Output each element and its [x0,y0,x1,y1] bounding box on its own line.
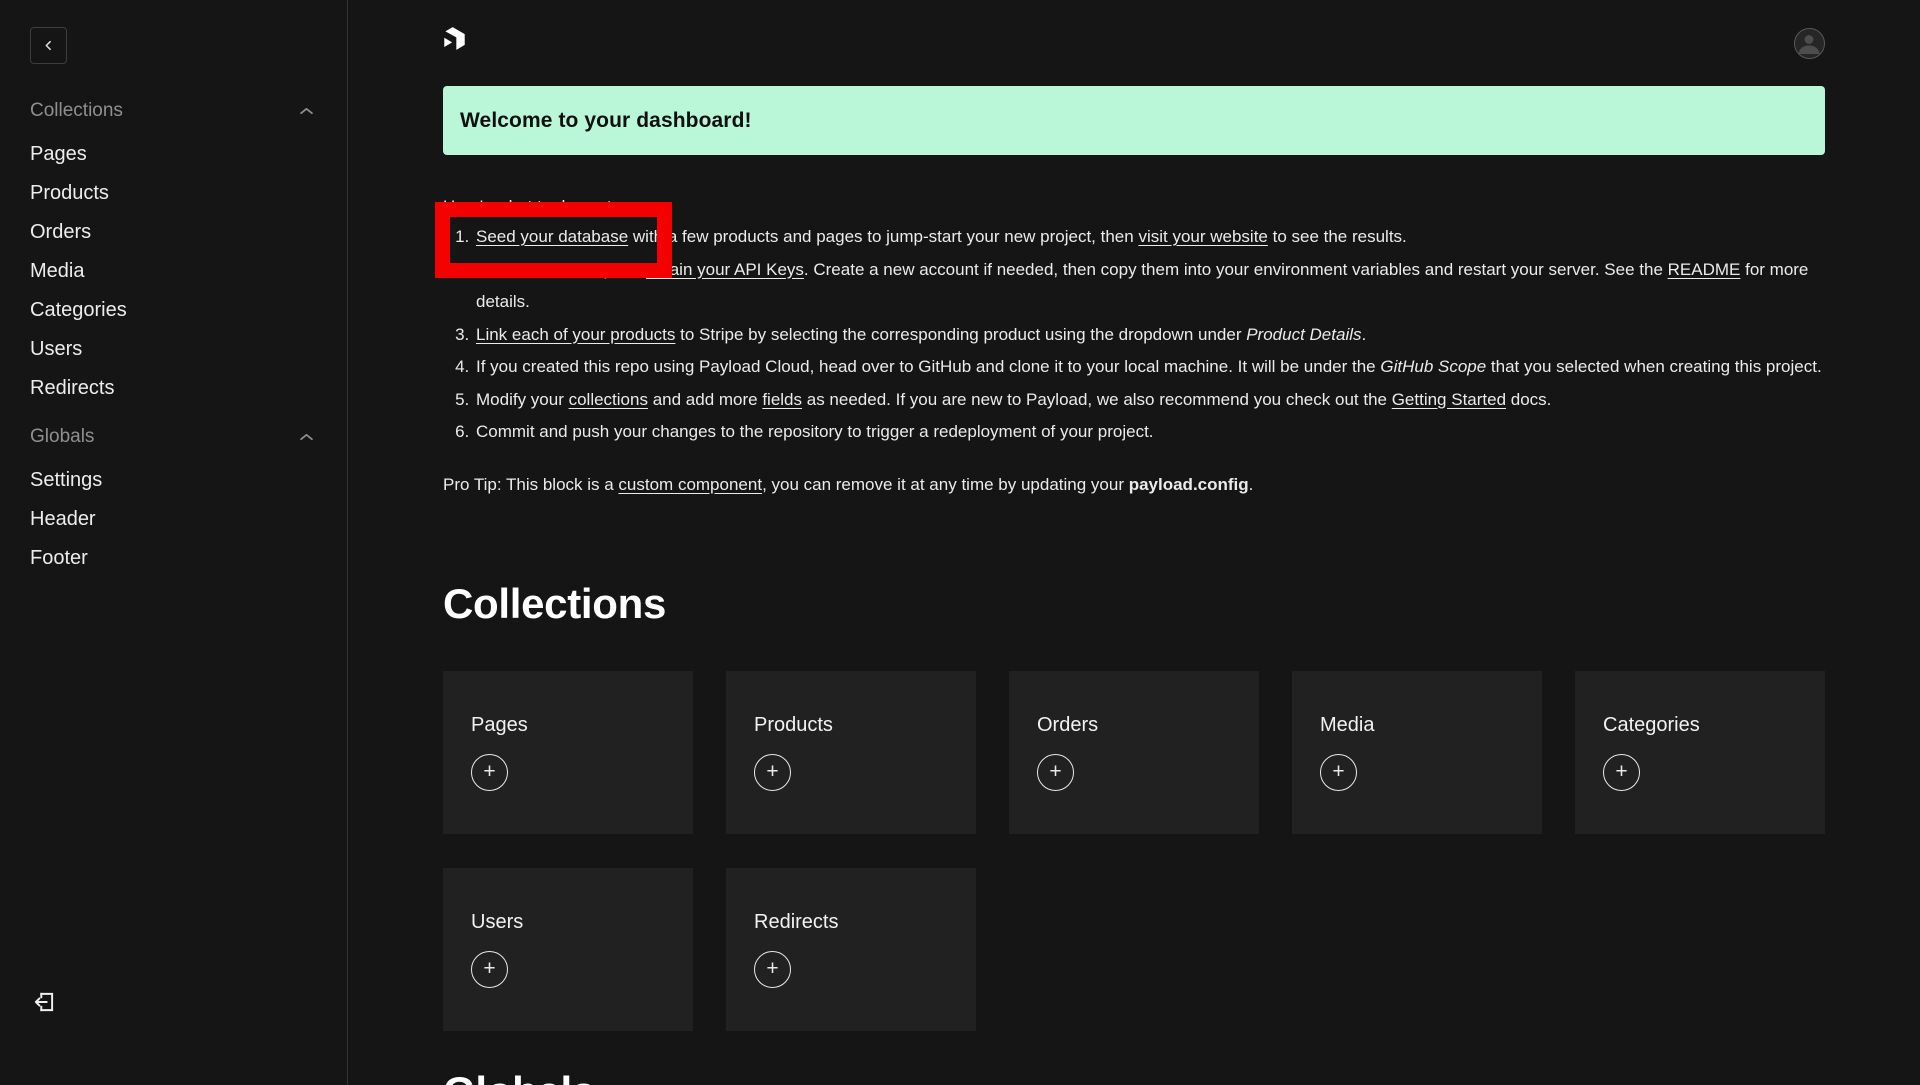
card-media[interactable]: Media + [1292,671,1542,834]
payload-config-emphasis: payload.config [1129,475,1249,494]
step-6: Commit and push your changes to the repo… [474,416,1825,449]
card-label: Users [471,911,665,934]
visit-website-link[interactable]: visit your website [1138,227,1267,246]
card-label: Pages [471,714,665,737]
card-label: Products [754,714,948,737]
fields-link[interactable]: fields [762,390,802,409]
collections-link[interactable]: collections [569,390,648,409]
sidebar-collapse-button[interactable] [30,27,67,64]
pro-tip-text: Pro Tip: This block is a [443,475,618,494]
welcome-banner-text: Welcome to your dashboard! [460,109,752,133]
step-text: as needed. If you are new to Payload, we… [802,390,1392,409]
globals-group-header[interactable]: Globals [30,426,313,448]
step-text: If you created this repo using Payload C… [476,357,1380,376]
add-orders-button[interactable]: + [1037,754,1074,791]
sidebar-nav: Collections Pages Products Orders Media … [30,100,313,568]
pro-tip-text: , you can remove it at any time by updat… [762,475,1129,494]
step-text: Commit and push your changes to the repo… [476,422,1154,441]
collections-group-label: Collections [30,100,123,122]
card-label: Media [1320,714,1514,737]
step-text: . Create a new account if needed, then c… [804,260,1668,279]
intro-text: Here's what to do next: [443,196,1825,218]
step-text: with a few products and pages to jump-st… [628,227,1138,246]
sidebar-item-products[interactable]: Products [30,183,313,203]
step-1: Seed your database with a few products a… [474,221,1825,254]
step-text: Head over to Stripe to [476,260,646,279]
getting-started-link[interactable]: Getting Started [1392,390,1506,409]
step-text: to Stripe by selecting the corresponding… [675,325,1246,344]
card-label: Redirects [754,911,948,934]
sidebar-item-orders[interactable]: Orders [30,222,313,242]
card-orders[interactable]: Orders + [1009,671,1259,834]
add-redirects-button[interactable]: + [754,951,791,988]
step-text: docs. [1506,390,1551,409]
main-content: Welcome to your dashboard! Here's what t… [348,0,1920,1085]
steps-list: Seed your database with a few products a… [443,221,1825,449]
seed-database-link[interactable]: Seed your database [476,227,628,246]
chevron-left-icon [43,40,54,51]
step-text: that you selected when creating this pro… [1486,357,1821,376]
chevron-up-icon [300,107,313,115]
step-text: Modify your [476,390,569,409]
sidebar-item-redirects[interactable]: Redirects [30,378,313,398]
sidebar: Collections Pages Products Orders Media … [0,0,348,1085]
collections-group-header[interactable]: Collections [30,100,313,122]
step-4: If you created this repo using Payload C… [474,351,1825,384]
add-products-button[interactable]: + [754,754,791,791]
card-label: Orders [1037,714,1231,737]
step-3: Link each of your products to Stripe by … [474,319,1825,352]
sidebar-item-categories[interactable]: Categories [30,300,313,320]
sidebar-item-users[interactable]: Users [30,339,313,359]
readme-link[interactable]: README [1668,260,1741,279]
logout-button[interactable] [31,989,57,1015]
add-pages-button[interactable]: + [471,754,508,791]
globals-heading: Globals [443,1068,1825,1085]
globals-nav-group: Globals Settings Header Footer [30,426,313,568]
pro-tip: Pro Tip: This block is a custom componen… [443,474,1825,496]
card-redirects[interactable]: Redirects + [726,868,976,1031]
user-icon [1795,29,1823,57]
pro-tip-text: . [1249,475,1254,494]
add-users-button[interactable]: + [471,951,508,988]
step-text: to see the results. [1268,227,1407,246]
chevron-up-icon [300,433,313,441]
sidebar-item-footer[interactable]: Footer [30,548,313,568]
step-5: Modify your collections and add more fie… [474,384,1825,417]
welcome-banner: Welcome to your dashboard! [443,86,1825,155]
sidebar-item-media[interactable]: Media [30,261,313,281]
card-users[interactable]: Users + [443,868,693,1031]
github-scope-emphasis: GitHub Scope [1380,357,1486,376]
api-keys-link[interactable]: obtain your API Keys [646,260,804,279]
card-label: Categories [1603,714,1797,737]
card-pages[interactable]: Pages + [443,671,693,834]
sidebar-item-header[interactable]: Header [30,509,313,529]
link-products-link[interactable]: Link each of your products [476,325,675,344]
topbar [443,27,1825,86]
step-text: and add more [648,390,762,409]
collections-cards: Pages + Products + Orders + Media + Cate… [443,671,1825,1031]
add-media-button[interactable]: + [1320,754,1357,791]
collections-nav-group: Collections Pages Products Orders Media … [30,100,313,398]
account-avatar[interactable] [1794,28,1825,59]
logout-icon [31,989,57,1015]
product-details-emphasis: Product Details [1246,325,1361,344]
sidebar-item-settings[interactable]: Settings [30,470,313,490]
custom-component-link[interactable]: custom component [618,475,762,494]
globals-group-label: Globals [30,426,94,448]
add-categories-button[interactable]: + [1603,754,1640,791]
sidebar-item-pages[interactable]: Pages [30,144,313,164]
payload-logo[interactable] [443,27,466,53]
collections-heading: Collections [443,580,1825,628]
step-2: Head over to Stripe to obtain your API K… [474,254,1825,319]
step-text: . [1362,325,1367,344]
card-products[interactable]: Products + [726,671,976,834]
card-categories[interactable]: Categories + [1575,671,1825,834]
